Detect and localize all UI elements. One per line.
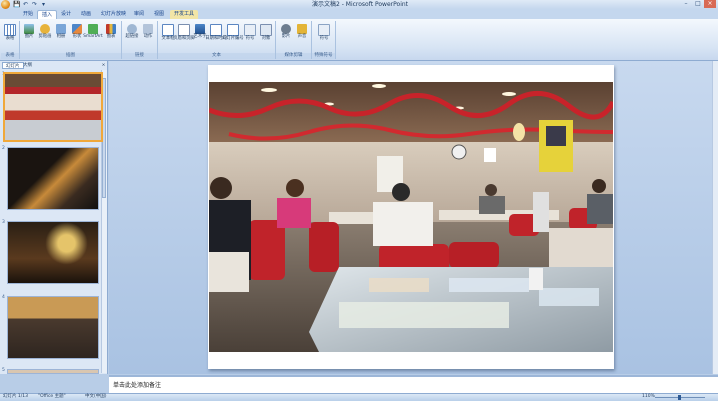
save-icon[interactable]: 💾 xyxy=(13,1,20,8)
close-panel-icon[interactable]: × xyxy=(100,62,107,69)
slide-counter: 幻灯片 1/13 xyxy=(3,394,29,399)
group-special-symbols: 符号 特殊符号 xyxy=(312,21,336,59)
wordart-icon xyxy=(195,24,205,34)
smartart-button[interactable]: SmartArt xyxy=(83,24,103,39)
redo-icon[interactable]: ↷ xyxy=(31,1,38,8)
group-media: 影片 声音 媒体剪辑 xyxy=(276,21,312,59)
restaurant-photo xyxy=(209,82,613,352)
group-links: 超链接 动作 链接 xyxy=(122,21,158,59)
zoom-slider-handle[interactable] xyxy=(678,395,681,400)
tab-review[interactable]: 审阅 xyxy=(130,10,148,19)
tab-animation[interactable]: 动画 xyxy=(77,10,95,19)
slide-thumbnail-5[interactable] xyxy=(7,369,99,374)
status-bar xyxy=(0,393,718,401)
close-icon[interactable]: × xyxy=(704,0,716,8)
slide-number: 4 xyxy=(2,295,5,300)
slide-thumbnail-image xyxy=(5,74,101,140)
slide-thumbnail-1[interactable] xyxy=(3,72,103,142)
tab-design[interactable]: 设计 xyxy=(57,10,75,19)
textbox-icon xyxy=(162,24,174,36)
chart-button[interactable]: 图表 xyxy=(104,24,118,39)
qat-more-icon[interactable]: ▾ xyxy=(40,1,47,8)
slide-thumbnail-image xyxy=(8,297,98,358)
clipart-icon xyxy=(40,24,50,34)
datetime-button[interactable]: 日期和时间 xyxy=(205,24,227,41)
object-icon xyxy=(260,24,272,36)
slide-thumbnail-3[interactable] xyxy=(7,221,99,284)
group-illustrations: 图片 剪贴画 相册 形状 SmartArt 图表 插图 xyxy=(20,21,122,59)
zoom-level[interactable]: 110% xyxy=(642,394,655,400)
slide-number-button[interactable]: 幻灯片编号 xyxy=(222,24,244,41)
globe-icon xyxy=(127,24,137,34)
tab-view[interactable]: 视图 xyxy=(150,10,168,19)
object-button[interactable]: 对象 xyxy=(259,24,273,41)
omega-icon xyxy=(244,24,256,36)
slide-thumbnail-2[interactable] xyxy=(7,147,99,210)
window-title: 演示文稿2 - Microsoft PowerPoint xyxy=(311,1,409,8)
film-icon xyxy=(281,24,291,34)
slide-thumbnail-image xyxy=(8,370,98,373)
tab-home[interactable]: 开始 xyxy=(19,10,37,19)
sound-button[interactable]: 声音 xyxy=(295,24,309,39)
group-text: 文本框 页眉和页脚 艺术字 日期和时间 幻灯片编号 符号 对象 文本 xyxy=(158,21,276,59)
tab-slideshow[interactable]: 幻灯片放映 xyxy=(97,10,130,19)
action-button[interactable]: 动作 xyxy=(141,24,155,39)
language-indicator: 中文(中国) xyxy=(85,394,107,399)
canvas-scrollbar[interactable] xyxy=(712,61,718,374)
notes-placeholder[interactable]: 单击此处添加备注 xyxy=(113,380,161,389)
slide-number: 2 xyxy=(2,146,5,151)
notes-pane[interactable] xyxy=(109,375,718,393)
tab-insert[interactable]: 插入 xyxy=(37,10,58,19)
chart-icon xyxy=(106,24,116,34)
album-icon xyxy=(56,24,66,34)
symbol-icon xyxy=(318,24,330,36)
slide-thumbnail-image xyxy=(8,148,98,209)
maximize-icon[interactable]: □ xyxy=(692,0,704,8)
speaker-icon xyxy=(297,24,307,34)
picture-icon xyxy=(24,24,34,34)
office-button[interactable] xyxy=(1,0,10,9)
slide-number-icon xyxy=(227,24,239,36)
slide-thumbnail-4[interactable] xyxy=(7,296,99,359)
theme-name: "Office 主题" xyxy=(38,394,66,399)
group-tables: 表格 表格 xyxy=(1,21,20,59)
tab-outline[interactable]: 大纲 xyxy=(20,62,35,69)
slide-number: 3 xyxy=(2,220,5,225)
undo-icon[interactable]: ↶ xyxy=(22,1,29,8)
tab-developer[interactable]: 开发工具 xyxy=(170,10,199,19)
table-button[interactable]: 表格 xyxy=(3,24,17,41)
special-symbol-button[interactable]: 符号 xyxy=(317,24,331,41)
slide-thumbnail-image xyxy=(8,222,98,283)
shapes-icon xyxy=(72,24,82,34)
action-icon xyxy=(143,24,153,34)
minimize-icon[interactable]: – xyxy=(680,0,692,8)
table-icon xyxy=(4,24,16,36)
calendar-icon xyxy=(210,24,222,36)
slide-photo[interactable] xyxy=(209,82,613,352)
slide-number: 5 xyxy=(2,368,5,373)
smartart-icon xyxy=(88,24,98,34)
